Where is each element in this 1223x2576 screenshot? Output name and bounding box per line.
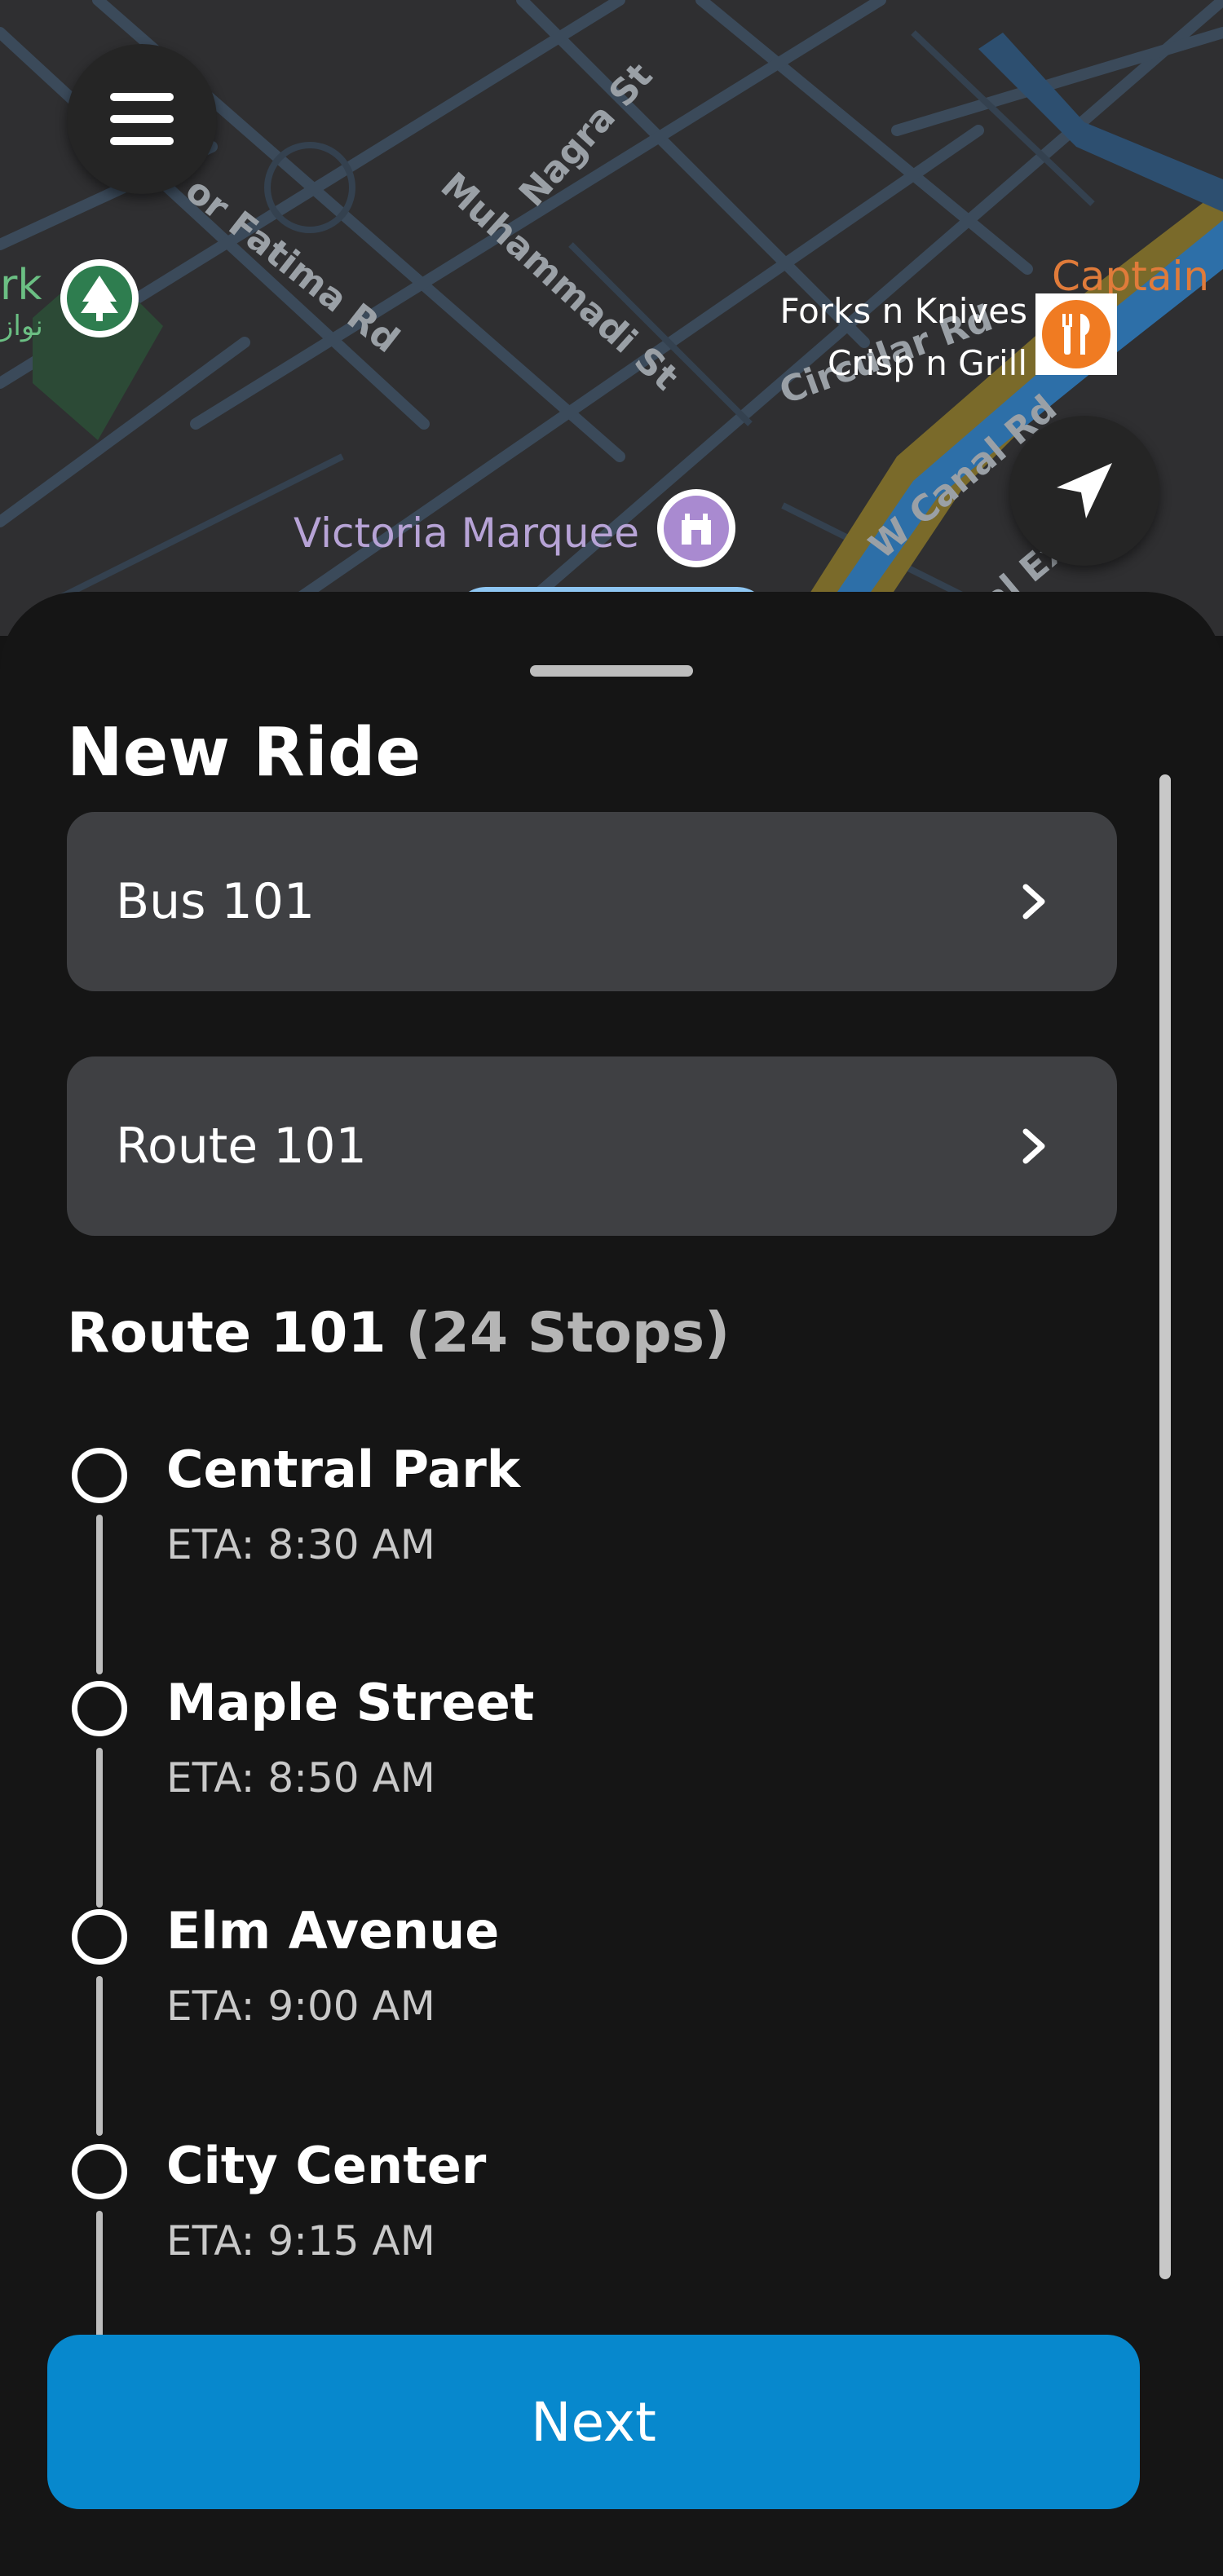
- stop-name: City Center: [166, 2136, 487, 2195]
- route-stop-count: (24 Stops): [405, 1301, 731, 1365]
- timeline-connector: [96, 1748, 103, 1908]
- poi-label-crisp: Crisp n Grill: [828, 343, 1027, 383]
- stop-marker: [72, 2144, 127, 2199]
- venue-pin[interactable]: [657, 489, 735, 567]
- stop-eta: ETA: 9:15 AM: [166, 2217, 435, 2265]
- stop-marker: [72, 1909, 127, 1965]
- route-heading: Route 101 (24 Stops): [67, 1301, 730, 1365]
- stop-name: Maple Street: [166, 1673, 535, 1732]
- poi-label-venue: Victoria Marquee: [294, 509, 640, 557]
- poi-label-park-urdu: نواز: [0, 310, 43, 342]
- hamburger-menu-icon: [110, 93, 174, 145]
- locate-button[interactable]: [1009, 416, 1159, 566]
- stop-eta: ETA: 9:00 AM: [166, 1983, 435, 2030]
- timeline-connector: [96, 1976, 103, 2136]
- stop-name: Central Park: [166, 1440, 520, 1499]
- stop-marker: [72, 1681, 127, 1736]
- timeline-connector: [96, 1515, 103, 1674]
- menu-button[interactable]: [67, 44, 217, 194]
- poi-label-restaurant: Forks n Knives Crisp n Grill: [758, 285, 1027, 390]
- new-ride-sheet: New Ride Bus 101 Route 101 Route 101 (24…: [0, 592, 1223, 2576]
- route-heading-name: Route 101: [67, 1301, 386, 1365]
- stop-marker: [72, 1448, 127, 1503]
- scrollbar[interactable]: [1159, 774, 1171, 2279]
- navigation-arrow-icon: [1057, 463, 1112, 518]
- route-select[interactable]: Route 101: [67, 1056, 1117, 1236]
- fork-knife-icon: [1062, 314, 1090, 355]
- stop-eta: ETA: 8:50 AM: [166, 1754, 435, 1802]
- poi-label-forks: Forks n Knives: [779, 291, 1027, 331]
- tree-icon: [81, 276, 118, 321]
- park-pin[interactable]: [60, 259, 139, 337]
- sheet-title: New Ride: [67, 714, 422, 792]
- chevron-right-icon: [1022, 1128, 1045, 1164]
- chevron-right-icon: [1022, 884, 1045, 920]
- poi-label-park: rk: [0, 261, 42, 310]
- list-item[interactable]: Central Park ETA: 8:30 AM: [0, 1440, 1141, 1674]
- stop-name: Elm Avenue: [166, 1901, 500, 1961]
- list-item[interactable]: Maple Street ETA: 8:50 AM: [0, 1673, 1141, 1908]
- bus-select[interactable]: Bus 101: [67, 812, 1117, 991]
- next-button[interactable]: Next: [47, 2335, 1140, 2509]
- bus-select-value: Bus 101: [116, 873, 316, 930]
- route-select-value: Route 101: [116, 1118, 367, 1175]
- restaurant-pin[interactable]: [1035, 293, 1117, 375]
- stop-eta: ETA: 8:30 AM: [166, 1521, 435, 1568]
- map-view[interactable]: Nagra St Muhammadi St or Fatima Rd Circu…: [0, 0, 1223, 636]
- list-item[interactable]: City Center ETA: 9:15 AM: [0, 2136, 1141, 2371]
- sheet-drag-handle[interactable]: [530, 665, 693, 677]
- landmark-icon: [682, 514, 711, 545]
- list-item[interactable]: Elm Avenue ETA: 9:00 AM: [0, 1901, 1141, 2136]
